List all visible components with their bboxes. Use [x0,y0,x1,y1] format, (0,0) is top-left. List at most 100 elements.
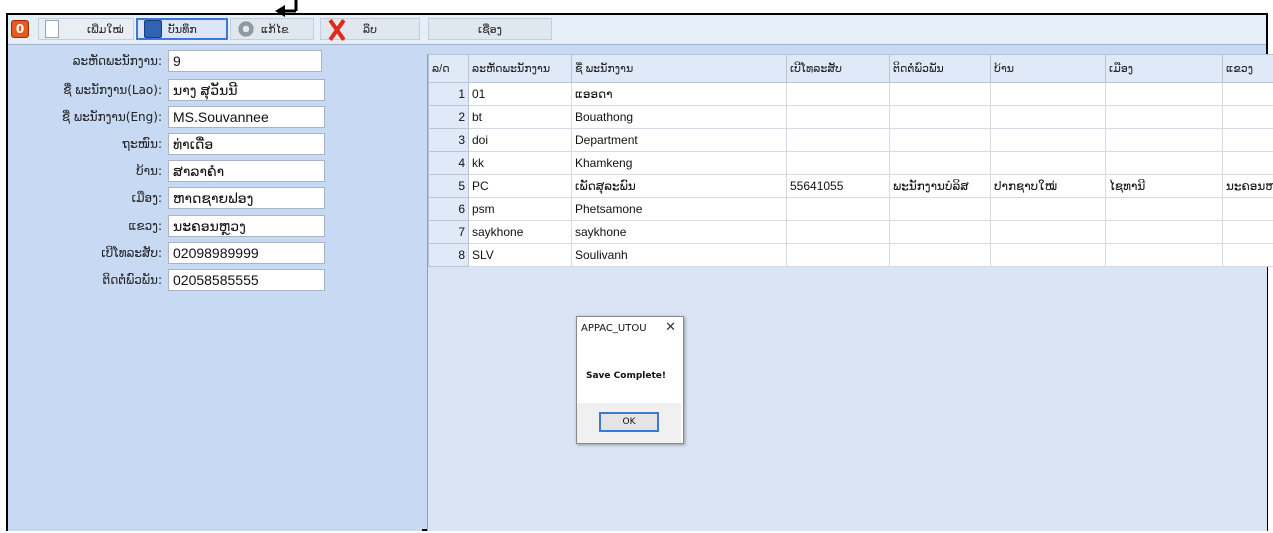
row-number: 7 [428,220,469,244]
form-label: ຕິດຕໍ່ພົວພັນ: [102,273,162,287]
table-cell [1222,128,1273,152]
form-input[interactable]: ສາລາຄຳ [168,160,325,182]
form-input[interactable]: MS.Souvannee [168,106,325,128]
table-cell [990,105,1106,129]
close-icon[interactable]: ✕ [665,320,676,335]
form-label: ລະຫັດພະນັກງານ: [72,54,162,68]
table-row[interactable]: 6 psm Phetsamone [428,197,1273,221]
column-header[interactable]: ລ/ດ [428,54,469,83]
table-cell: ປາກຊາບໃໝ່ [990,174,1106,198]
save-button[interactable]: ບັນທຶກ [136,18,228,40]
form-row: ຕິດຕໍ່ພົວພັນ: 02058585555 [8,269,422,291]
dialog-message: Save Complete! [586,371,666,381]
form-label: ບ້ານ: [136,164,162,178]
form-input[interactable]: ນະຄອນຫຼວງ [168,215,325,237]
table-cell [786,151,890,175]
table-cell [786,197,890,221]
table-cell: Soulivanh [571,243,787,267]
column-header[interactable]: ແຂວງ [1222,54,1273,83]
table-cell [889,197,991,221]
table-cell [990,220,1106,244]
table-row[interactable]: 1 01 ແອອດາ [428,82,1273,106]
table-cell [1222,82,1273,106]
table-cell: Bouathong [571,105,787,129]
ok-button[interactable]: OK [599,412,659,432]
column-header[interactable]: ບ້ານ [990,54,1106,83]
table-cell: ເພັດສຸລະພົນ [571,174,787,198]
dialog-title: APPAC_UTOU [581,323,647,334]
new-document-icon [45,20,59,38]
table-cell [1222,151,1273,175]
form-row: ຖະໜົນ: ທ່າເດື່ອ [8,133,422,155]
column-header[interactable]: ລະຫັດພະນັກງານ [468,54,572,83]
table-cell: doi [468,128,572,152]
column-header[interactable]: ຊື່ ພະນັກງານ [571,54,787,83]
table-cell: ພະນັກງານບໍລິສ [889,174,991,198]
exit-button[interactable]: 0 [11,18,35,40]
table-cell [1105,151,1223,175]
table-cell: SLV [468,243,572,267]
table-cell [889,151,991,175]
table-cell [1105,128,1223,152]
table-cell: 01 [468,82,572,106]
form-row: ເບີໂທລະສັບ: 02098989999 [8,242,422,264]
form-input[interactable]: 02058585555 [168,269,325,291]
table-cell [990,151,1106,175]
table-row[interactable]: 4 kk Khamkeng [428,151,1273,175]
form-label: ຊື່ ພະນັກງານ(Eng): [61,110,162,124]
employee-grid[interactable]: ລ/ດ ລະຫັດພະນັກງານ ຊື່ ພະນັກງານ ເບີໂທລະສັບ ຕິ… [427,54,1273,531]
delete-button[interactable]: ລຶບ [320,18,420,40]
row-number: 2 [428,105,469,129]
new-button[interactable]: ເພີ່ມໃໝ່ [38,18,134,40]
table-row[interactable]: 8 SLV Soulivanh [428,243,1273,267]
power-icon: 0 [11,20,29,38]
form-label: ເບີໂທລະສັບ: [101,246,162,260]
table-cell: saykhone [468,220,572,244]
table-cell: Phetsamone [571,197,787,221]
row-number: 3 [428,128,469,152]
table-cell [1222,105,1273,129]
table-cell [1105,197,1223,221]
edit-gear-icon [237,20,255,38]
table-cell [889,105,991,129]
table-cell [990,82,1106,106]
table-cell: ໄຊທານີ [1105,174,1223,198]
form-input[interactable]: ທ່າເດື່ອ [168,133,325,155]
row-number: 5 [428,174,469,198]
table-header-row: ລ/ດ ລະຫັດພະນັກງານ ຊື່ ພະນັກງານ ເບີໂທລະສັບ ຕິ… [428,54,1273,83]
table-row[interactable]: 5 PC ເພັດສຸລະພົນ 55641055 ພະນັກງານບໍລິສ ປາກຊາ… [428,174,1273,198]
table-cell: bt [468,105,572,129]
save-button-label: ບັນທຶກ [168,22,197,36]
form-label: ເມືອງ: [131,191,162,205]
table-cell: Department [571,128,787,152]
edit-button[interactable]: ແກ້ໄຂ [230,18,314,40]
table-cell [786,220,890,244]
table-cell [786,82,890,106]
delete-button-label: ລຶບ [363,22,378,36]
table-cell [990,197,1106,221]
form-input[interactable]: ຫາດຊາຍຟອງ [168,187,325,209]
form-input[interactable]: ນາງ ສຸວັນນີ [168,79,325,101]
save-disk-icon [144,20,162,38]
row-number: 8 [428,243,469,267]
edit-button-label: ແກ້ໄຂ [261,22,289,36]
table-cell [1105,220,1223,244]
table-row[interactable]: 2 bt Bouathong [428,105,1273,129]
form-label: ຖະໜົນ: [122,137,162,151]
form-input[interactable]: 9 [168,50,322,72]
hide-button-label: ເຊື່ອງ [478,22,502,36]
table-cell [1222,197,1273,221]
table-cell [889,82,991,106]
column-header[interactable]: ເມືອງ [1105,54,1223,83]
table-cell: ແອອດາ [571,82,787,106]
delete-x-icon [327,20,345,38]
form-row: ລະຫັດພະນັກງານ: 9 [8,50,422,72]
column-header[interactable]: ເບີໂທລະສັບ [786,54,890,83]
hide-button[interactable]: ເຊື່ອງ [428,18,552,40]
table-cell [1222,243,1273,267]
form-input[interactable]: 02098989999 [168,242,325,264]
table-row[interactable]: 3 doi Department [428,128,1273,152]
column-header[interactable]: ຕິດຕໍ່ພົວພັນ [889,54,991,83]
table-row[interactable]: 7 saykhone saykhone [428,220,1273,244]
form-row: ບ້ານ: ສາລາຄຳ [8,160,422,182]
